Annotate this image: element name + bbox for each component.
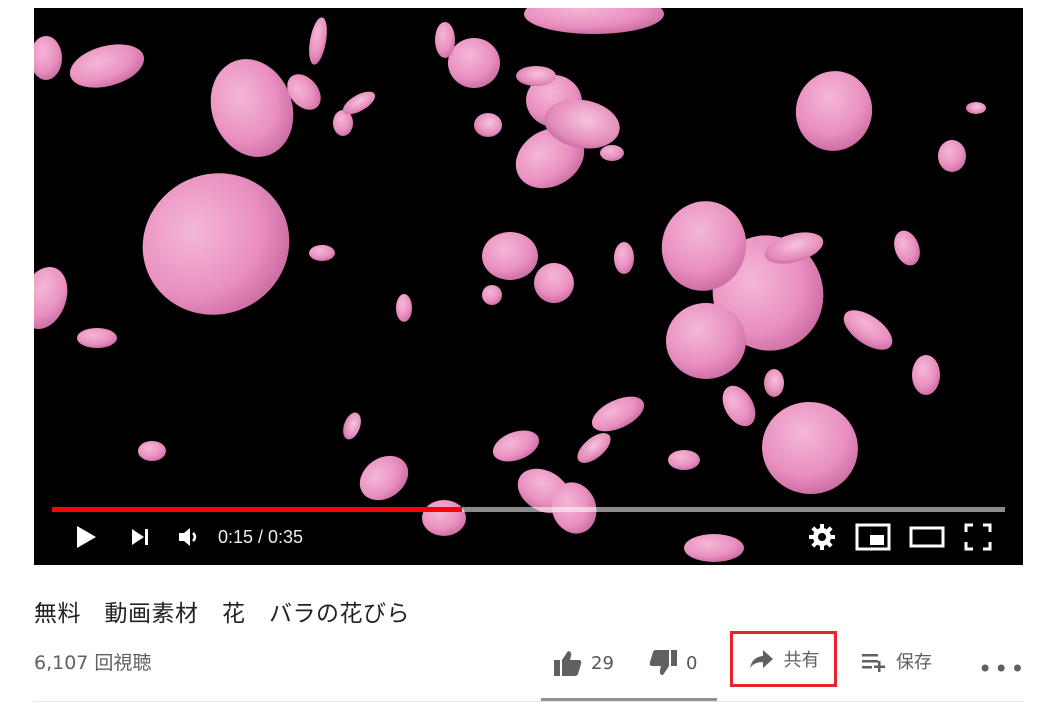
save-label: 保存	[896, 652, 932, 673]
miniplayer-button[interactable]	[855, 522, 891, 552]
fullscreen-icon	[964, 523, 992, 551]
view-count: 6,107 回視聴	[34, 652, 152, 674]
thumbs-down-icon	[649, 650, 677, 675]
like-count: 29	[591, 652, 614, 674]
video-title: 無料 動画素材 花 バラの花びら	[34, 601, 410, 627]
video-player[interactable]: 0:15 / 0:35	[34, 8, 1023, 565]
share-arrow-icon	[749, 650, 773, 668]
video-page: 0:15 / 0:35 無料 動画素材 花 バラの花びら 6,107 回視聴 2…	[0, 0, 1043, 710]
volume-button[interactable]	[176, 524, 202, 550]
video-frame-petals	[34, 8, 986, 562]
theater-button[interactable]	[909, 522, 945, 552]
fullscreen-button[interactable]	[963, 522, 993, 552]
play-icon	[77, 526, 96, 548]
share-button[interactable]: 共有	[730, 631, 837, 687]
theater-icon	[909, 526, 945, 548]
settings-button[interactable]	[807, 522, 837, 552]
play-button[interactable]	[72, 524, 98, 550]
more-actions-button[interactable]: •••	[978, 655, 1026, 683]
thumbs-up-icon	[554, 651, 582, 676]
dislike-button[interactable]: 0	[638, 649, 738, 677]
miniplayer-icon	[855, 523, 891, 551]
like-button[interactable]: 29	[541, 649, 638, 677]
time-display: 0:15 / 0:35	[218, 526, 304, 547]
settings-icon	[809, 524, 835, 550]
action-bar: 29 0	[541, 636, 738, 690]
right-controls	[807, 522, 993, 552]
next-button[interactable]	[128, 525, 152, 549]
playlist-add-icon	[862, 654, 885, 672]
section-divider	[34, 701, 1023, 702]
share-label: 共有	[783, 650, 820, 671]
volume-icon	[179, 528, 197, 546]
save-button[interactable]: 保存	[860, 648, 932, 674]
next-icon	[132, 529, 148, 545]
player-controls: 0:15 / 0:35	[34, 509, 1023, 565]
dislike-count: 0	[686, 652, 698, 674]
